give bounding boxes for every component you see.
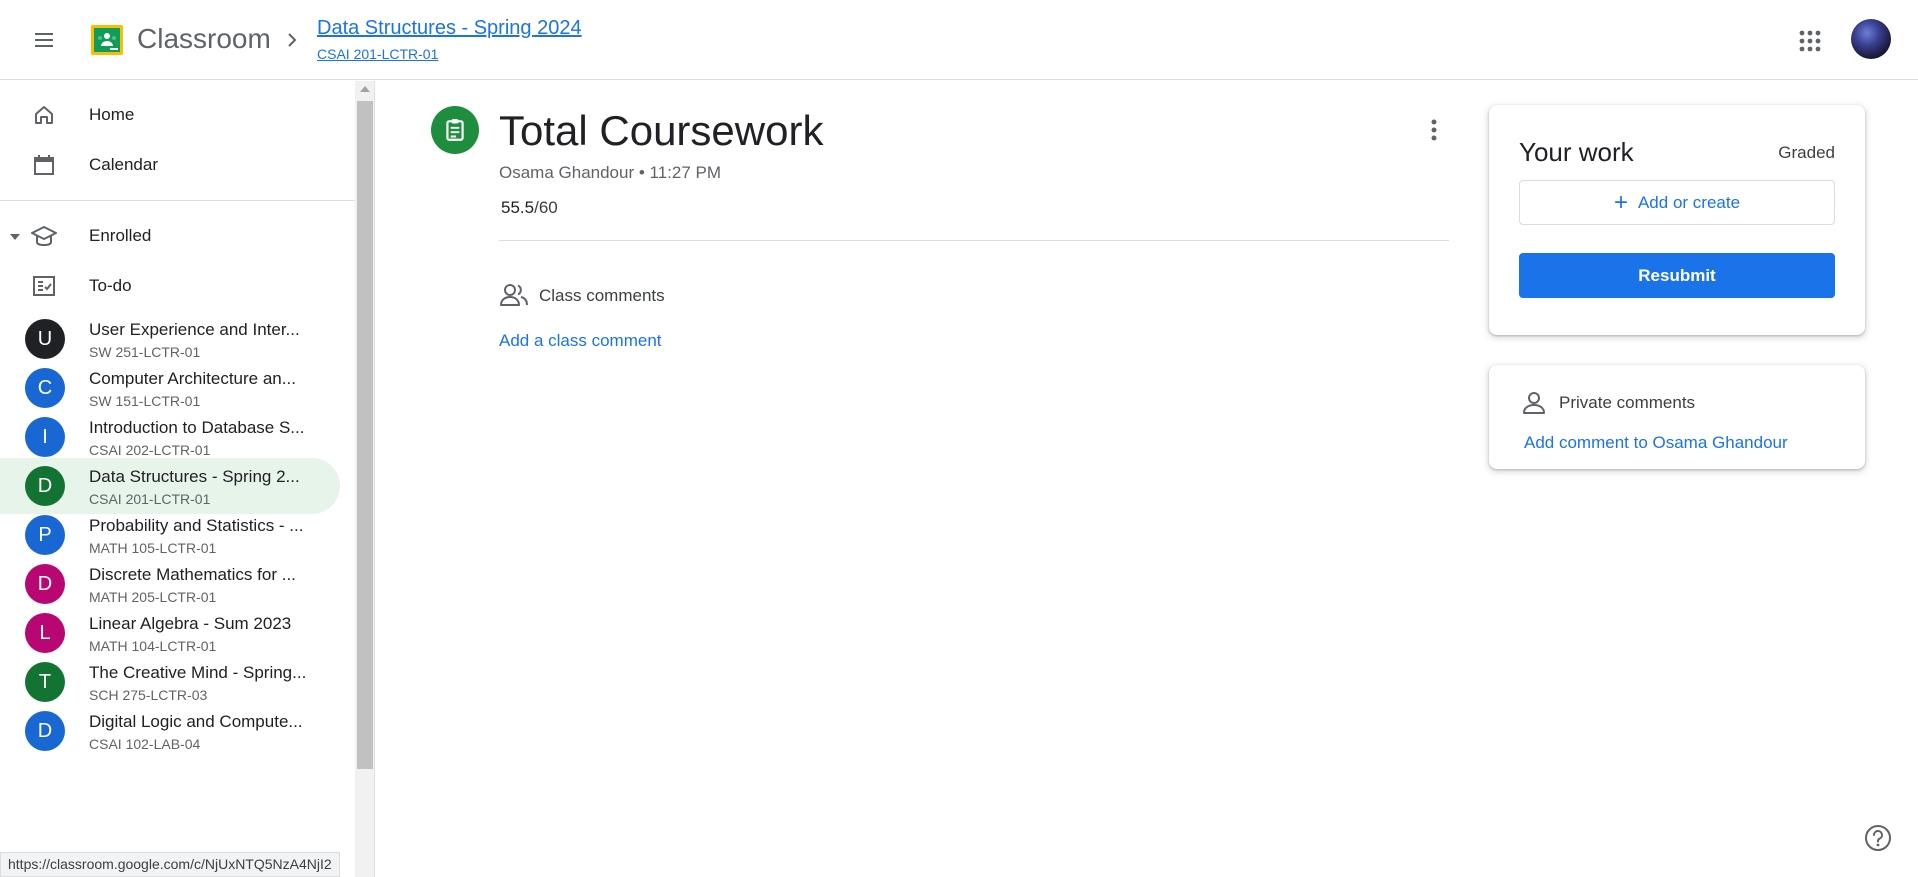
course-code: SW 251-LCTR-01 <box>89 344 201 360</box>
course-code: SW 151-LCTR-01 <box>89 393 201 409</box>
course-avatar: T <box>25 662 65 702</box>
course-code: MATH 205-LCTR-01 <box>89 589 217 605</box>
class-comments-label: Class comments <box>539 286 665 305</box>
sidebar-item-label: Home <box>89 105 135 124</box>
home-icon <box>30 101 58 129</box>
status-badge: Graded <box>1778 143 1835 162</box>
content-divider <box>499 240 1449 241</box>
course-avatar: U <box>25 319 65 359</box>
course-avatar: C <box>25 368 65 408</box>
course-avatar: I <box>25 417 65 457</box>
your-work-title: Your work <box>1519 137 1634 167</box>
assignment-points: 55.5/60 <box>501 197 558 219</box>
course-name: Discrete Mathematics for ... <box>89 565 296 584</box>
app-name[interactable]: Classroom <box>137 21 271 57</box>
sidebar-course-item[interactable]: D Digital Logic and Compute... CSAI 102-LA… <box>0 703 340 759</box>
plus-icon: + <box>1613 188 1628 216</box>
sidebar-item-home[interactable]: Home <box>0 90 340 140</box>
sidebar-course-item[interactable]: I Introduction to Database S... CSAI 202-L… <box>0 409 340 465</box>
course-code: CSAI 102-LAB-04 <box>89 736 201 752</box>
calendar-icon <box>30 151 58 179</box>
sidebar-course-item[interactable]: D Data Structures - Spring 2... CSAI 201-L… <box>0 458 340 514</box>
sidebar-course-item[interactable]: D Discrete Mathematics for ... MATH 205-LC… <box>0 556 340 612</box>
breadcrumb-course-title[interactable]: Data Structures - Spring 2024 <box>317 15 582 41</box>
private-comments-card: Private comments Add comment to Osama Gh… <box>1489 365 1865 469</box>
course-code: SCH 275-LCTR-03 <box>89 687 208 703</box>
sidebar-course-item[interactable]: C Computer Architecture an... SW 151-LCTR-… <box>0 360 340 416</box>
sidebar-item-label: Enrolled <box>89 226 152 245</box>
sidebar-item-calendar[interactable]: Calendar <box>0 140 340 190</box>
assignment-meta: Osama Ghandour • 11:27 PM <box>499 163 722 182</box>
points-total: /60 <box>534 198 558 217</box>
hamburger-menu-icon[interactable] <box>26 22 62 58</box>
add-or-create-label: Add or create <box>1637 192 1741 212</box>
add-class-comment-link[interactable]: Add a class comment <box>499 330 662 352</box>
course-name: Data Structures - Spring 2... <box>89 467 300 486</box>
scroll-up-arrow-icon[interactable] <box>360 86 370 92</box>
sidebar-course-item[interactable]: L Linear Algebra - Sum 2023 MATH 104-LCTR-… <box>0 605 340 661</box>
sidebar-course-item[interactable]: P Probability and Statistics - ... MATH 10… <box>0 507 340 563</box>
course-avatar: D <box>25 466 65 506</box>
sidebar-item-label: To-do <box>89 276 132 295</box>
add-or-create-button[interactable]: + Add or create <box>1519 180 1835 225</box>
course-avatar: D <box>25 711 65 751</box>
caret-down-icon[interactable] <box>9 230 21 242</box>
course-avatar: D <box>25 564 65 604</box>
course-code: MATH 104-LCTR-01 <box>89 638 217 654</box>
course-name: Introduction to Database S... <box>89 418 305 437</box>
todo-checklist-icon <box>30 272 58 300</box>
more-vert-icon[interactable] <box>1420 113 1448 147</box>
course-name: The Creative Mind - Spring... <box>89 663 307 682</box>
graduation-cap-icon <box>30 222 58 250</box>
resubmit-button[interactable]: Resubmit <box>1519 253 1835 298</box>
sidebar-course-item[interactable]: T The Creative Mind - Spring... SCH 275-LC… <box>0 654 340 710</box>
google-apps-grid-icon[interactable] <box>1793 24 1827 58</box>
points-earned: 55.5 <box>501 198 535 217</box>
private-comments-label: Private comments <box>1559 393 1696 412</box>
course-code: MATH 105-LCTR-01 <box>89 540 217 556</box>
account-avatar[interactable] <box>1851 19 1891 59</box>
sidebar-item-todo[interactable]: To-do <box>0 261 340 311</box>
person-icon <box>1521 390 1547 416</box>
assignment-clipboard-icon <box>431 106 479 154</box>
sidebar-scrollbar-thumb[interactable] <box>357 101 373 769</box>
add-private-comment-link[interactable]: Add comment to Osama Ghandour <box>1524 432 1788 454</box>
people-icon <box>499 282 529 308</box>
sidebar: Home Calendar Enrolled To-do U User Exper… <box>0 81 355 877</box>
sidebar-divider <box>0 200 355 201</box>
assignment-title: Total Coursework <box>499 107 824 154</box>
course-name: Digital Logic and Compute... <box>89 712 303 731</box>
top-app-bar: Classroom Data Structures - Spring 2024 … <box>0 0 1918 80</box>
course-name: Probability and Statistics - ... <box>89 516 304 535</box>
your-work-card: Your work Graded + Add or create Resubmi… <box>1489 105 1865 335</box>
sidebar-item-enrolled[interactable]: Enrolled <box>0 211 340 261</box>
course-name: Computer Architecture an... <box>89 369 296 388</box>
help-icon[interactable] <box>1863 823 1893 853</box>
course-code: CSAI 202-LCTR-01 <box>89 442 211 458</box>
sidebar-item-label: Calendar <box>89 155 158 174</box>
course-avatar: P <box>25 515 65 555</box>
course-name: Linear Algebra - Sum 2023 <box>89 614 292 633</box>
status-bar-url: https://classroom.google.com/c/NjUxNTQ5N… <box>0 852 340 877</box>
classroom-logo-icon[interactable] <box>91 25 123 55</box>
chevron-right-icon <box>285 28 301 52</box>
course-avatar: L <box>25 613 65 653</box>
course-code: CSAI 201-LCTR-01 <box>89 491 211 507</box>
course-name: User Experience and Inter... <box>89 320 300 339</box>
breadcrumb-course-code[interactable]: CSAI 201-LCTR-01 <box>317 45 438 63</box>
sidebar-course-item[interactable]: U User Experience and Inter... SW 251-LCTR… <box>0 311 340 367</box>
